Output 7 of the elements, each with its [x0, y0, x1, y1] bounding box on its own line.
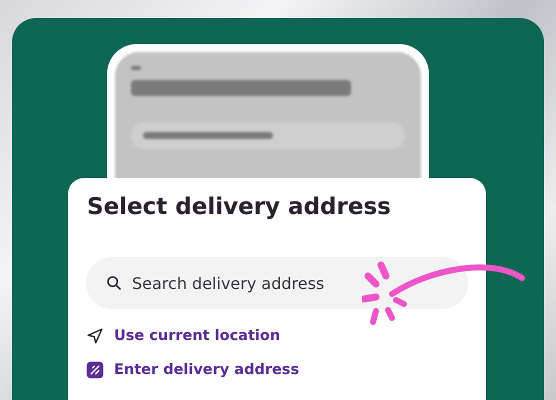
sheet-title: Select delivery address — [87, 194, 391, 220]
address-option-link[interactable]: Use current location — [86, 327, 280, 345]
search-field[interactable]: Search delivery address — [86, 257, 468, 309]
edit-icon — [86, 361, 104, 379]
address-option-link[interactable]: Enter delivery address — [86, 361, 300, 379]
navigation-arrow-icon — [86, 327, 104, 345]
search-icon — [106, 275, 122, 291]
